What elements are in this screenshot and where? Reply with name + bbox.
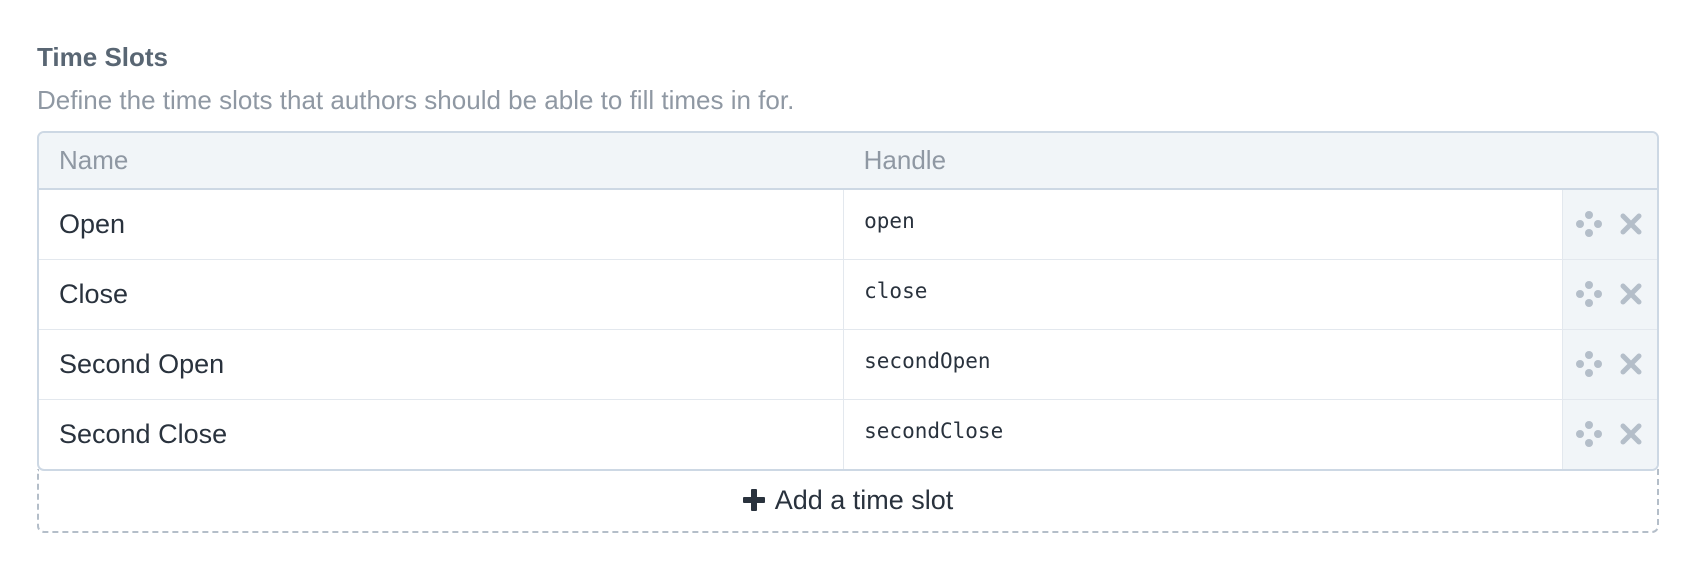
plus-icon	[742, 489, 765, 511]
add-time-slot-button[interactable]: Add a time slot	[37, 469, 1659, 533]
delete-icon[interactable]	[1617, 280, 1645, 308]
field-heading: Time Slots	[37, 42, 169, 72]
table-row: Open open	[39, 189, 1657, 259]
table-header-row: Name Handle	[39, 133, 1657, 190]
table-row: Close close	[39, 258, 1657, 329]
row-actions	[1562, 328, 1657, 399]
name-cell[interactable]: Close	[39, 258, 845, 329]
field-instructions: Define the time slots that authors shoul…	[37, 85, 795, 115]
table-row: Second Close secondClose	[39, 398, 1657, 469]
delete-icon[interactable]	[1617, 420, 1645, 448]
handle-cell[interactable]: secondOpen	[843, 328, 1563, 399]
handle-cell[interactable]: open	[843, 189, 1563, 259]
delete-icon[interactable]	[1617, 350, 1645, 378]
delete-icon[interactable]	[1617, 210, 1645, 238]
handle-cell[interactable]: secondClose	[843, 398, 1563, 469]
time-slots-field: Time Slots Define the time slots that au…	[37, 40, 1659, 533]
move-icon[interactable]	[1575, 420, 1603, 448]
move-icon[interactable]	[1575, 280, 1603, 308]
move-icon[interactable]	[1575, 350, 1603, 378]
column-header-handle: Handle	[843, 133, 1657, 190]
name-cell[interactable]: Second Open	[39, 328, 845, 399]
column-header-name: Name	[39, 133, 844, 190]
add-time-slot-label: Add a time slot	[774, 484, 954, 515]
name-cell[interactable]: Second Close	[39, 398, 845, 469]
time-slots-table: Name Handle Open open Close close Second…	[37, 131, 1659, 471]
table-row: Second Open secondOpen	[39, 328, 1657, 399]
row-actions	[1562, 189, 1657, 259]
move-icon[interactable]	[1575, 210, 1603, 238]
row-actions	[1562, 258, 1657, 329]
name-cell[interactable]: Open	[39, 189, 845, 259]
row-actions	[1562, 398, 1657, 469]
handle-cell[interactable]: close	[843, 258, 1563, 329]
